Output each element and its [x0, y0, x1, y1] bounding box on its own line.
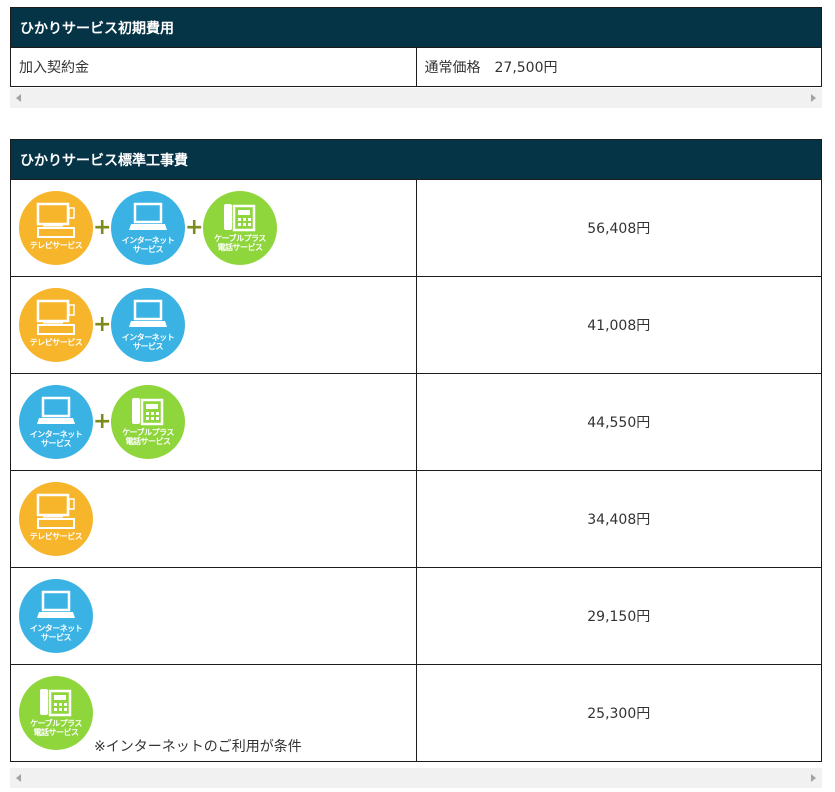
internet-service-icon: インターネット サービス	[19, 579, 93, 653]
price-cell: 29,150円	[415, 567, 822, 665]
plus-icon: +	[93, 215, 112, 240]
initial-fee-title: ひかりサービス初期費用	[10, 7, 822, 48]
internet-service-icon: インターネット サービス	[111, 288, 185, 362]
price-cell: 56,408円	[415, 179, 822, 277]
condition-note: ※インターネットのご利用が条件	[94, 739, 302, 755]
scroll-left-arrow-icon[interactable]	[16, 774, 21, 782]
tv-service-icon: テレビサービス	[19, 482, 93, 556]
service-combo-cell: テレビサービス	[10, 470, 417, 568]
construction-fee-table: ひかりサービス標準工事費 テレビサービス + インターネット サービス + ケー…	[10, 139, 822, 762]
tv-service-icon: テレビサービス	[19, 288, 93, 362]
service-combo-cell: インターネット サービス	[10, 567, 417, 665]
scroll-right-arrow-icon[interactable]	[811, 774, 816, 782]
horizontal-scrollbar[interactable]	[10, 88, 822, 108]
internet-service-icon: インターネット サービス	[111, 191, 185, 265]
table-row: インターネット サービス + ケーブルプラス 電話サービス 44,550円	[10, 373, 822, 471]
scroll-left-arrow-icon[interactable]	[16, 94, 21, 102]
table-row: テレビサービス 34,408円	[10, 470, 822, 568]
price-cell: 25,300円	[415, 664, 822, 762]
price-cell: 44,550円	[415, 373, 822, 471]
telephone-service-icon: ケーブルプラス 電話サービス	[111, 385, 185, 459]
price-cell: 34,408円	[415, 470, 822, 568]
initial-fee-value: 通常価格 27,500円	[415, 47, 822, 87]
scroll-right-arrow-icon[interactable]	[811, 94, 816, 102]
table-row: インターネット サービス 29,150円	[10, 567, 822, 665]
construction-fee-title: ひかりサービス標準工事費	[10, 139, 822, 180]
initial-fee-item: 加入契約金	[10, 47, 417, 87]
internet-service-icon: インターネット サービス	[19, 385, 93, 459]
plus-icon: +	[185, 215, 204, 240]
table-row: ケーブルプラス 電話サービス ※インターネットのご利用が条件 25,300円	[10, 664, 822, 762]
service-combo-cell: テレビサービス + インターネット サービス	[10, 276, 417, 374]
price-cell: 41,008円	[415, 276, 822, 374]
table-row: テレビサービス + インターネット サービス 41,008円	[10, 276, 822, 374]
plus-icon: +	[93, 312, 112, 337]
table-row: テレビサービス + インターネット サービス + ケーブルプラス 電話サービス 56…	[10, 179, 822, 277]
telephone-service-icon: ケーブルプラス 電話サービス	[19, 676, 93, 750]
initial-fee-table: ひかりサービス初期費用 加入契約金 通常価格 27,500円	[10, 7, 822, 87]
service-combo-cell: インターネット サービス + ケーブルプラス 電話サービス	[10, 373, 417, 471]
tv-service-icon: テレビサービス	[19, 191, 93, 265]
service-combo-cell: ケーブルプラス 電話サービス ※インターネットのご利用が条件	[10, 664, 417, 762]
plus-icon: +	[93, 409, 112, 434]
horizontal-scrollbar[interactable]	[10, 768, 822, 788]
service-combo-cell: テレビサービス + インターネット サービス + ケーブルプラス 電話サービス	[10, 179, 417, 277]
telephone-service-icon: ケーブルプラス 電話サービス	[203, 191, 277, 265]
table-row: 加入契約金 通常価格 27,500円	[10, 47, 822, 87]
